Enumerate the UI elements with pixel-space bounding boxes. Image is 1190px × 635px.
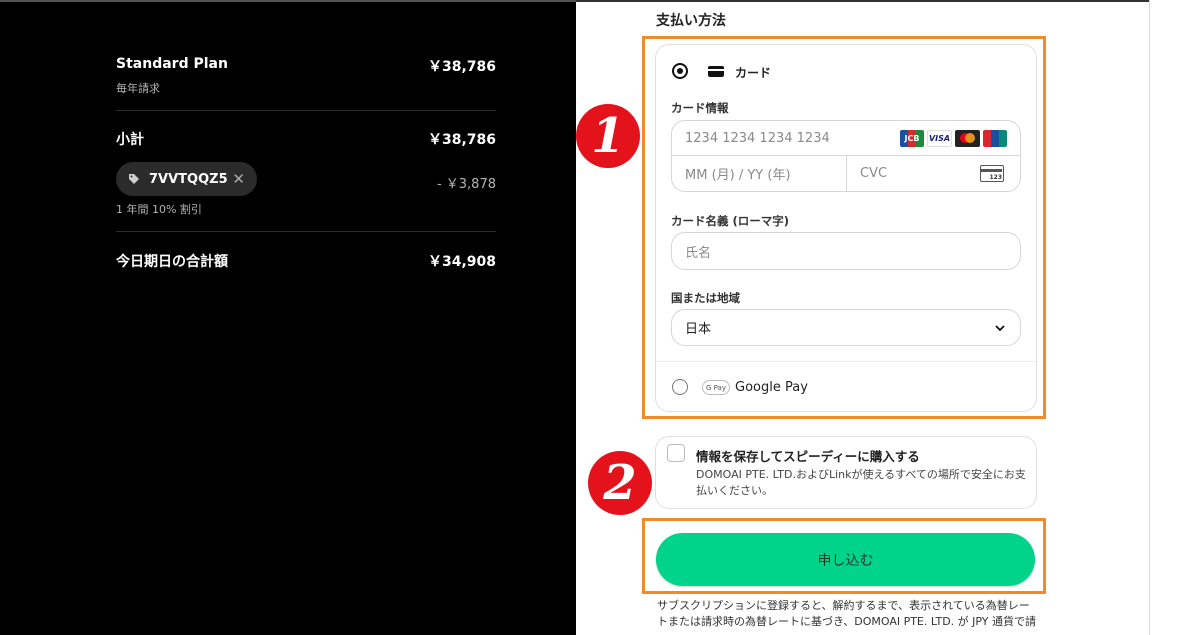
page-margin xyxy=(1149,0,1190,635)
visa-logo-icon: VISA xyxy=(927,130,952,147)
cvc-card-icon: 123 xyxy=(980,165,1004,182)
total-label: 今日期日の合計額 xyxy=(116,254,228,270)
country-value: 日本 xyxy=(685,322,712,337)
annotation-badge-1: 1 xyxy=(576,104,640,168)
coupon-code: 7VVTQQZ5 xyxy=(149,171,228,187)
country-select[interactable]: 日本 xyxy=(671,309,1021,346)
divider xyxy=(116,231,496,232)
subtotal-row: 小計 ￥38,786 xyxy=(116,129,496,149)
divider xyxy=(116,110,496,111)
order-summary-panel xyxy=(0,0,576,635)
expiry-input[interactable]: MM (月) / YY (年) xyxy=(671,155,847,192)
annotation-badge-2: 2 xyxy=(588,451,652,515)
tag-icon xyxy=(129,174,139,184)
save-info-checkbox[interactable] xyxy=(667,444,685,462)
plan-name: Standard Plan xyxy=(116,56,228,72)
card-option-label[interactable]: カード xyxy=(735,64,771,81)
cvc-icon-text: 123 xyxy=(989,174,1002,181)
save-info-title[interactable]: 情報を保存してスピーディーに購入する xyxy=(696,446,920,465)
card-option-radio[interactable] xyxy=(672,63,688,79)
billing-cycle: 毎年請求 xyxy=(116,82,160,95)
subscribe-button[interactable]: 申し込む xyxy=(656,533,1035,586)
google-pay-label[interactable]: Google Pay xyxy=(735,380,808,395)
plan-price: ￥38,786 xyxy=(427,59,496,75)
chevron-down-icon xyxy=(995,325,1005,332)
unionpay-logo-icon xyxy=(983,130,1007,147)
coupon-note: 1 年間 10% 割引 xyxy=(116,203,202,216)
plan-row: Standard Plan ￥38,786 xyxy=(116,56,496,76)
divider xyxy=(656,361,1036,362)
country-label: 国または地域 xyxy=(671,291,740,305)
cardholder-label: カード名義 (ローマ字) xyxy=(671,214,790,228)
subtotal-label: 小計 xyxy=(116,132,144,148)
cardholder-name-input[interactable]: 氏名 xyxy=(671,232,1021,270)
coupon-remove-icon[interactable]: ✕ xyxy=(232,170,245,188)
credit-card-icon xyxy=(708,66,724,77)
jcb-logo-icon: JCB xyxy=(900,130,924,147)
subtotal-value: ￥38,786 xyxy=(427,132,496,148)
total-value: ￥34,908 xyxy=(427,254,496,270)
total-row: 今日期日の合計額 ￥34,908 xyxy=(116,251,496,271)
mastercard-logo-icon xyxy=(955,130,980,147)
coupon-discount: - ￥3,878 xyxy=(436,177,496,192)
save-info-description: DOMOAI PTE. LTD.およびLinkが使えるすべての場所で安全にお支払… xyxy=(696,468,1026,497)
legal-text: サブスクリプションに登録すると、解約するまで、表示されている為替レートまたは請求… xyxy=(657,599,1037,628)
top-border xyxy=(576,0,1149,2)
payment-method-title: 支払い方法 xyxy=(656,13,726,29)
card-info-label: カード情報 xyxy=(671,101,729,115)
google-pay-radio[interactable] xyxy=(672,379,688,395)
google-pay-logo-icon: G Pay xyxy=(702,380,730,395)
coupon-chip: 7VVTQQZ5 ✕ xyxy=(116,162,257,196)
